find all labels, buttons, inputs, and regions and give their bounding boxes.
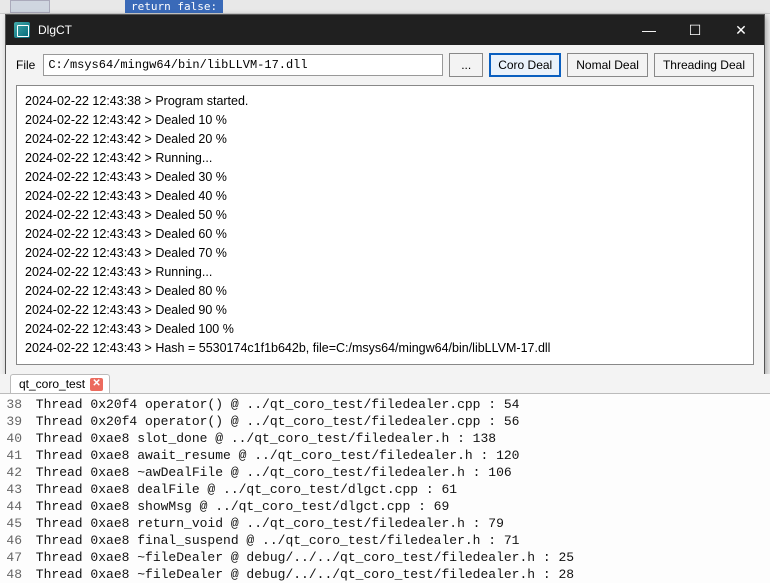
log-line: 2024-02-22 12:43:42 > Running... [25,149,745,168]
console-line: 39 Thread 0x20f4 operator() @ ../qt_coro… [0,413,770,430]
log-line: 2024-02-22 12:43:42 > Dealed 10 % [25,111,745,130]
app-icon [14,22,30,38]
console-line: 44 Thread 0xae8 showMsg @ ../qt_coro_tes… [0,498,770,515]
console-line: 45 Thread 0xae8 return_void @ ../qt_coro… [0,515,770,532]
file-path-input[interactable] [43,54,443,76]
line-number: 42 [0,464,28,481]
log-line: 2024-02-22 12:43:43 > Dealed 50 % [25,206,745,225]
console-line: 38 Thread 0x20f4 operator() @ ../qt_coro… [0,396,770,413]
line-number: 45 [0,515,28,532]
console-text: Thread 0xae8 dealFile @ ../qt_coro_test/… [28,481,457,498]
log-line: 2024-02-22 12:43:43 > Running... [25,263,745,282]
console-line: 46 Thread 0xae8 final_suspend @ ../qt_co… [0,532,770,549]
console-text: Thread 0xae8 ~awDealFile @ ../qt_coro_te… [28,464,512,481]
line-number: 39 [0,413,28,430]
log-line: 2024-02-22 12:43:43 > Dealed 80 % [25,282,745,301]
titlebar[interactable]: DlgCT — ☐ ✕ [6,15,764,45]
line-number: 38 [0,396,28,413]
background-code-fragment: return false: [125,0,223,13]
console-tab-bar: qt_coro_test ✕ [0,374,770,394]
log-line: 2024-02-22 12:43:43 > Hash = 5530174c1f1… [25,339,745,358]
console-text: Thread 0xae8 await_resume @ ../qt_coro_t… [28,447,519,464]
console-output[interactable]: 38 Thread 0x20f4 operator() @ ../qt_coro… [0,394,770,583]
line-number: 46 [0,532,28,549]
console-line: 48 Thread 0xae8 ~fileDealer @ debug/../.… [0,566,770,583]
console-line: 47 Thread 0xae8 ~fileDealer @ debug/../.… [0,549,770,566]
log-line: 2024-02-22 12:43:43 > Dealed 90 % [25,301,745,320]
file-label: File [16,58,35,72]
line-number: 41 [0,447,28,464]
background-tab-fragment [10,0,50,13]
line-number: 44 [0,498,28,515]
console-text: Thread 0xae8 final_suspend @ ../qt_coro_… [28,532,519,549]
console-text: Thread 0xae8 ~fileDealer @ debug/../../q… [28,566,574,583]
line-number: 47 [0,549,28,566]
maximize-button[interactable]: ☐ [672,15,718,45]
close-button[interactable]: ✕ [718,15,764,45]
coro-deal-button[interactable]: Coro Deal [489,53,561,77]
log-line: 2024-02-22 12:43:42 > Dealed 20 % [25,130,745,149]
tab-close-icon[interactable]: ✕ [90,378,103,391]
console-line: 43 Thread 0xae8 dealFile @ ../qt_coro_te… [0,481,770,498]
line-number: 40 [0,430,28,447]
log-output[interactable]: 2024-02-22 12:43:38 > Program started.20… [16,85,754,365]
line-number: 43 [0,481,28,498]
window-title: DlgCT [38,23,626,37]
console-text: Thread 0xae8 slot_done @ ../qt_coro_test… [28,430,496,447]
console-text: Thread 0x20f4 operator() @ ../qt_coro_te… [28,413,519,430]
normal-deal-button[interactable]: Nomal Deal [567,53,648,77]
console-text: Thread 0xae8 showMsg @ ../qt_coro_test/d… [28,498,449,515]
minimize-button[interactable]: — [626,15,672,45]
toolbar: File ... Coro Deal Nomal Deal Threading … [6,45,764,83]
browse-button[interactable]: ... [449,53,483,77]
log-line: 2024-02-22 12:43:43 > Dealed 30 % [25,168,745,187]
console-text: Thread 0xae8 return_void @ ../qt_coro_te… [28,515,504,532]
log-line: 2024-02-22 12:43:43 > Dealed 70 % [25,244,745,263]
log-line: 2024-02-22 12:43:43 > Dealed 100 % [25,320,745,339]
log-line: 2024-02-22 12:43:43 > Dealed 40 % [25,187,745,206]
console-panel: qt_coro_test ✕ 38 Thread 0x20f4 operator… [0,374,770,583]
threading-deal-button[interactable]: Threading Deal [654,53,754,77]
console-line: 41 Thread 0xae8 await_resume @ ../qt_cor… [0,447,770,464]
console-tab[interactable]: qt_coro_test ✕ [10,374,110,393]
line-number: 48 [0,566,28,583]
console-line: 40 Thread 0xae8 slot_done @ ../qt_coro_t… [0,430,770,447]
console-line: 42 Thread 0xae8 ~awDealFile @ ../qt_coro… [0,464,770,481]
console-text: Thread 0xae8 ~fileDealer @ debug/../../q… [28,549,574,566]
log-line: 2024-02-22 12:43:43 > Dealed 60 % [25,225,745,244]
console-text: Thread 0x20f4 operator() @ ../qt_coro_te… [28,396,519,413]
log-line: 2024-02-22 12:43:38 > Program started. [25,92,745,111]
console-tab-label: qt_coro_test [19,375,85,393]
dialog-window: DlgCT — ☐ ✕ File ... Coro Deal Nomal Dea… [5,14,765,376]
background-editor-strip: return false: [0,0,770,14]
